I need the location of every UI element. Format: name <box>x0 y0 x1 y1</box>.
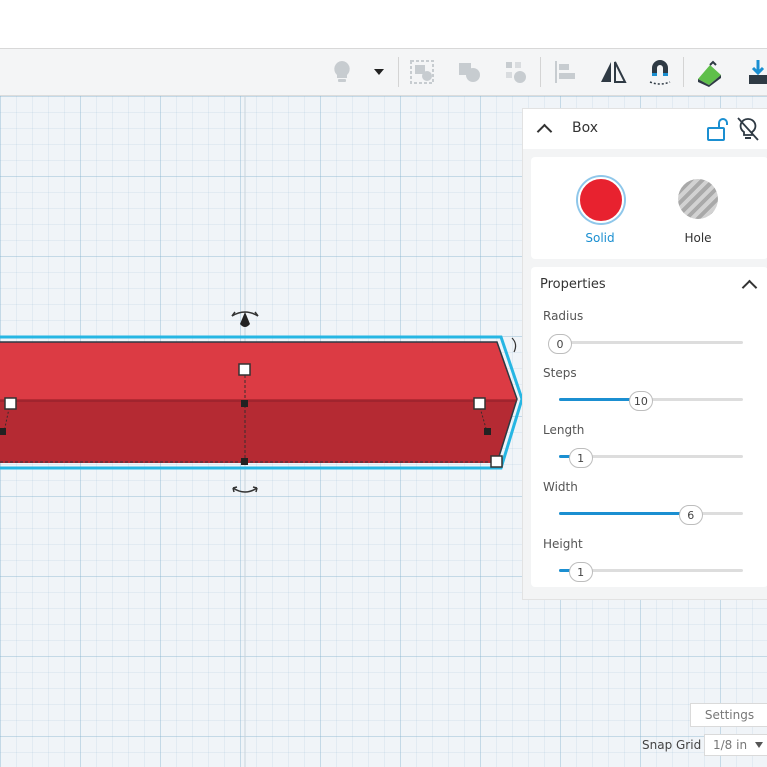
property-row-width: Width 6 <box>531 480 767 530</box>
chevron-down-icon[interactable] <box>364 55 394 89</box>
align-icon[interactable] <box>548 55 582 89</box>
properties-card: Properties Radius 0 Steps 10 Length 1 Width 6 He… <box>531 267 767 587</box>
property-label: Steps <box>543 366 577 380</box>
edge-handle[interactable] <box>484 428 491 435</box>
ungroup-icon[interactable] <box>452 55 486 89</box>
slider-value-knob[interactable]: 1 <box>568 448 593 468</box>
app-header <box>0 0 767 49</box>
slider-value-knob[interactable]: 1 <box>568 562 593 582</box>
toolbar-divider <box>683 57 684 87</box>
solid-button[interactable]: Solid <box>577 177 627 247</box>
collapse-chevron-icon[interactable] <box>536 123 553 140</box>
import-icon[interactable] <box>740 55 767 89</box>
box-front-face[interactable] <box>0 399 517 463</box>
properties-title: Properties <box>540 277 606 292</box>
property-row-steps: Steps 10 <box>531 366 767 416</box>
hole-label: Hole <box>684 231 712 245</box>
slider-value-knob[interactable]: 6 <box>678 505 703 525</box>
settings-label: Settings <box>704 708 755 722</box>
duplicate-icon[interactable] <box>499 55 533 89</box>
slider-value-knob[interactable]: 0 <box>548 334 572 354</box>
cruise-magnet-icon[interactable] <box>643 55 677 89</box>
property-label: Height <box>543 537 583 551</box>
solid-swatch <box>578 177 624 223</box>
ruler-icon[interactable] <box>692 55 726 89</box>
snap-grid-select[interactable]: 1/8 in <box>704 734 767 756</box>
property-row-length: Length 1 <box>531 423 767 473</box>
center-handle[interactable] <box>241 400 248 407</box>
slider-track[interactable] <box>559 341 743 344</box>
dropdown-arrow-icon <box>755 742 764 748</box>
snap-grid-value: 1/8 in <box>713 738 748 752</box>
shape-panel-header: Box <box>522 108 767 150</box>
snap-grid-label: Snap Grid <box>642 738 702 752</box>
solid-label: Solid <box>585 231 615 245</box>
slider-fill <box>559 512 690 515</box>
inspector-panel: Solid Hole Properties Radius 0 Steps 10 Leng… <box>522 149 767 600</box>
corner-handle[interactable] <box>490 455 503 468</box>
slider-value-knob[interactable]: 10 <box>628 391 653 411</box>
corner-handle[interactable] <box>4 397 17 410</box>
mirror-icon[interactable] <box>596 55 630 89</box>
box-top-face[interactable] <box>0 342 517 399</box>
rotate-handle-icon[interactable] <box>511 337 517 353</box>
toolbar-divider <box>540 57 541 87</box>
hole-button[interactable]: Hole <box>675 177 725 247</box>
hole-swatch <box>678 179 718 219</box>
lightbulb-icon[interactable] <box>325 55 359 89</box>
property-row-height: Height 1 <box>531 537 767 587</box>
height-handle[interactable] <box>238 363 251 376</box>
group-icon[interactable] <box>405 55 439 89</box>
toolbar-divider <box>398 57 399 87</box>
slider-fill <box>559 398 640 401</box>
property-label: Radius <box>543 309 584 323</box>
settings-button[interactable]: Settings <box>690 703 767 727</box>
corner-handle[interactable] <box>473 397 486 410</box>
property-row-radius: Radius 0 <box>531 309 767 359</box>
edge-handle[interactable] <box>241 458 248 465</box>
property-label: Width <box>543 480 578 494</box>
properties-collapse-icon[interactable] <box>741 279 758 296</box>
edge-handle[interactable] <box>0 428 6 435</box>
shape-panel-title: Box <box>572 120 599 136</box>
lightbulb-off-icon[interactable] <box>735 115 761 143</box>
solid-hole-card: Solid Hole <box>531 157 767 259</box>
toolbar <box>0 49 767 96</box>
lift-handle-icon[interactable] <box>231 311 259 327</box>
unlock-icon[interactable] <box>705 116 729 142</box>
property-label: Length <box>543 423 585 437</box>
